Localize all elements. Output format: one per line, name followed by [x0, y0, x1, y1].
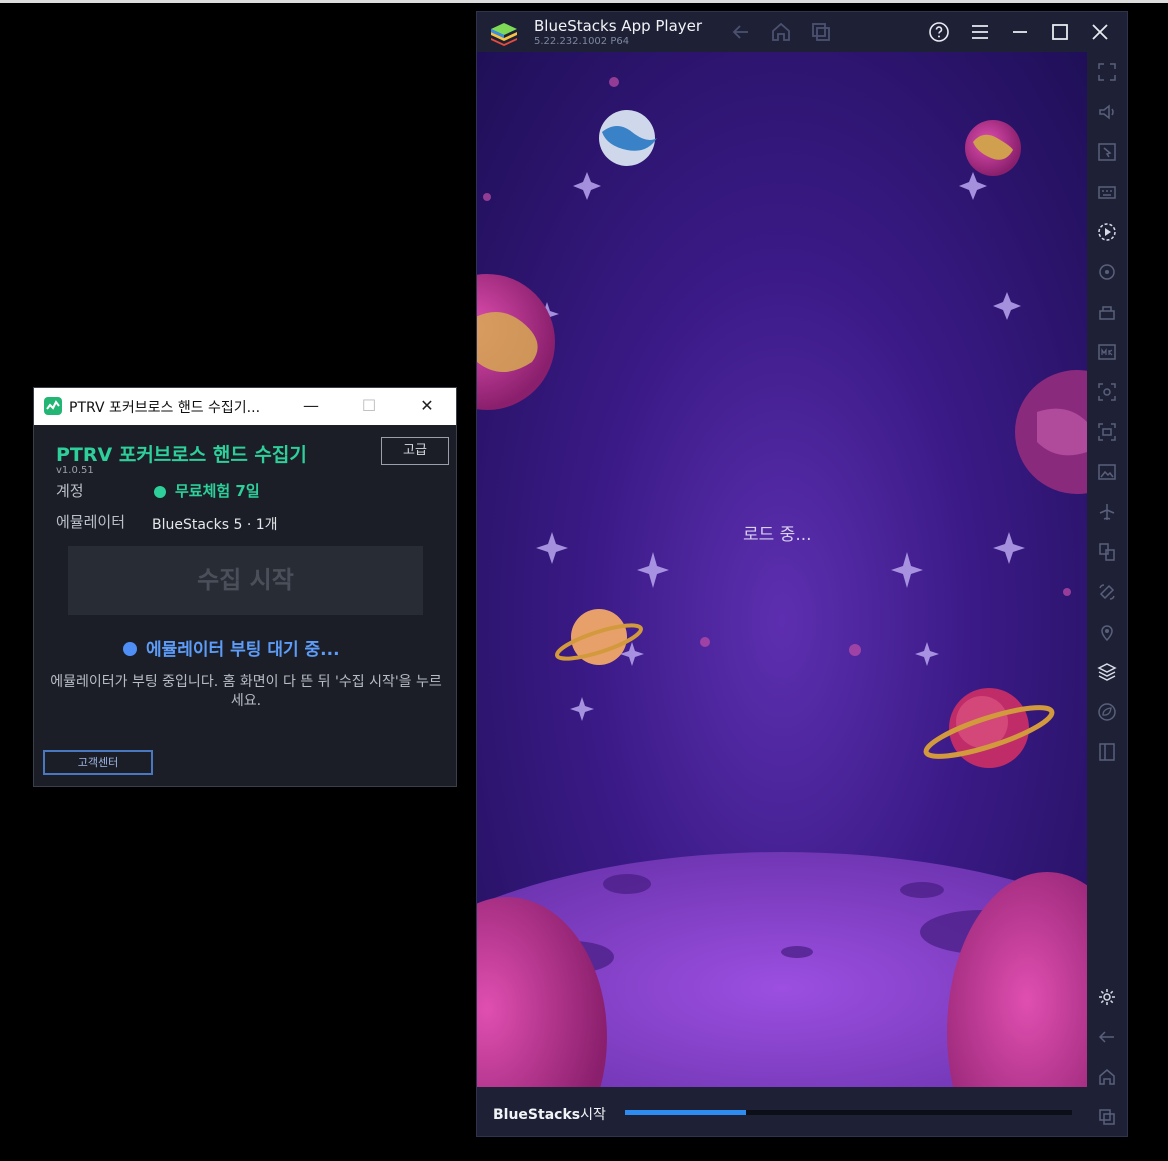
emulator-label: 에뮬레이터 [56, 513, 126, 531]
layers-icon[interactable] [1097, 662, 1117, 682]
recent-apps-icon[interactable] [809, 20, 833, 44]
back-icon[interactable] [729, 20, 753, 44]
bottom-brand: BlueStacks [493, 1107, 581, 1123]
space-background-illustration [477, 77, 1087, 1087]
fullscreen-icon[interactable] [1097, 62, 1117, 82]
android-recent-icon[interactable] [1097, 1107, 1117, 1127]
bottom-action: 시작 [580, 1107, 606, 1123]
macro-play-icon[interactable] [1097, 222, 1117, 242]
account-value: 무료체험 7일 [175, 482, 260, 500]
record-icon[interactable] [1097, 422, 1117, 442]
home-icon[interactable] [769, 20, 793, 44]
gallery-icon[interactable] [1097, 462, 1117, 482]
location-icon[interactable] [1097, 622, 1117, 642]
start-collect-button[interactable]: 수집 시작 [68, 546, 423, 615]
ptrv-window-title: PTRV 포커브로스 핸드 수집기... [69, 400, 261, 416]
bluestacks-version: 5.22.232.1002 P64 [534, 36, 630, 47]
app-title: PTRV 포커브로스 핸드 수집기 [56, 444, 307, 466]
settings-icon[interactable] [1097, 987, 1117, 1007]
close-icon: ✕ [420, 396, 434, 415]
minimize-icon[interactable] [1008, 20, 1032, 44]
bluestacks-window: BlueStacks App Player 5.22.232.1002 P64 [476, 11, 1128, 1137]
status-text: 에뮬레이터 부팅 대기 중... [146, 640, 340, 660]
support-button[interactable]: 고객센터 [43, 750, 153, 775]
apk-icon[interactable] [1097, 342, 1117, 362]
account-status-dot [154, 486, 166, 498]
rotate-icon[interactable] [1097, 582, 1117, 602]
eco-mode-icon[interactable] [1097, 702, 1117, 722]
volume-icon[interactable] [1097, 102, 1117, 122]
bluestacks-bottom-bar: BlueStacks시작 [477, 1087, 1087, 1136]
android-home-icon[interactable] [1097, 1067, 1117, 1087]
emulator-value: BlueStacks 5 · 1개 [152, 517, 278, 533]
emulator-screen[interactable]: 로드 중... [477, 52, 1087, 1087]
close-button[interactable]: ✕ [412, 394, 442, 418]
status-description: 에뮬레이터가 부팅 중입니다. 홈 화면이 다 뜬 뒤 '수집 시작'을 누르세… [50, 674, 442, 709]
bluestacks-titlebar[interactable]: BlueStacks App Player 5.22.232.1002 P64 [477, 12, 1127, 52]
loading-text: 로드 중... [743, 525, 812, 545]
menu-icon[interactable] [968, 20, 992, 44]
minimize-button[interactable]: — [296, 394, 326, 418]
status-dot [123, 642, 137, 656]
android-back-icon[interactable] [1097, 1027, 1117, 1047]
keyboard-icon[interactable] [1097, 182, 1117, 202]
bluestacks-title: BlueStacks App Player [534, 17, 703, 35]
loading-progress-fill [625, 1110, 746, 1115]
bluestacks-logo-icon [491, 23, 517, 46]
close-icon[interactable] [1088, 20, 1112, 44]
ptrv-titlebar[interactable]: PTRV 포커브로스 핸드 수집기... — ☐ ✕ [34, 388, 456, 425]
multi-window-icon[interactable] [1097, 542, 1117, 562]
maximize-icon: ☐ [361, 396, 377, 415]
ptrv-app-icon [44, 397, 62, 415]
bluestacks-sidebar [1087, 52, 1127, 1136]
airplane-icon[interactable] [1097, 502, 1117, 522]
sync-icon[interactable] [1097, 262, 1117, 282]
sidebar-toggle-icon[interactable] [1097, 742, 1117, 762]
bottom-status-label: BlueStacks시작 [493, 1104, 606, 1124]
maximize-icon[interactable] [1048, 20, 1072, 44]
help-icon[interactable] [927, 20, 951, 44]
multi-instance-icon[interactable] [1097, 302, 1117, 322]
top-edge [0, 0, 1168, 3]
loading-progress-bar [625, 1110, 1072, 1115]
app-version: v1.0.51 [56, 465, 94, 476]
account-label: 계정 [56, 482, 84, 500]
minimize-icon: — [303, 396, 319, 415]
ptrv-window: PTRV 포커브로스 핸드 수집기... — ☐ ✕ PTRV 포커브로스 핸드… [33, 387, 457, 787]
pointer-icon[interactable] [1097, 142, 1117, 162]
maximize-button[interactable]: ☐ [354, 394, 384, 418]
screenshot-icon[interactable] [1097, 382, 1117, 402]
advanced-button[interactable]: 고급 [381, 437, 449, 465]
